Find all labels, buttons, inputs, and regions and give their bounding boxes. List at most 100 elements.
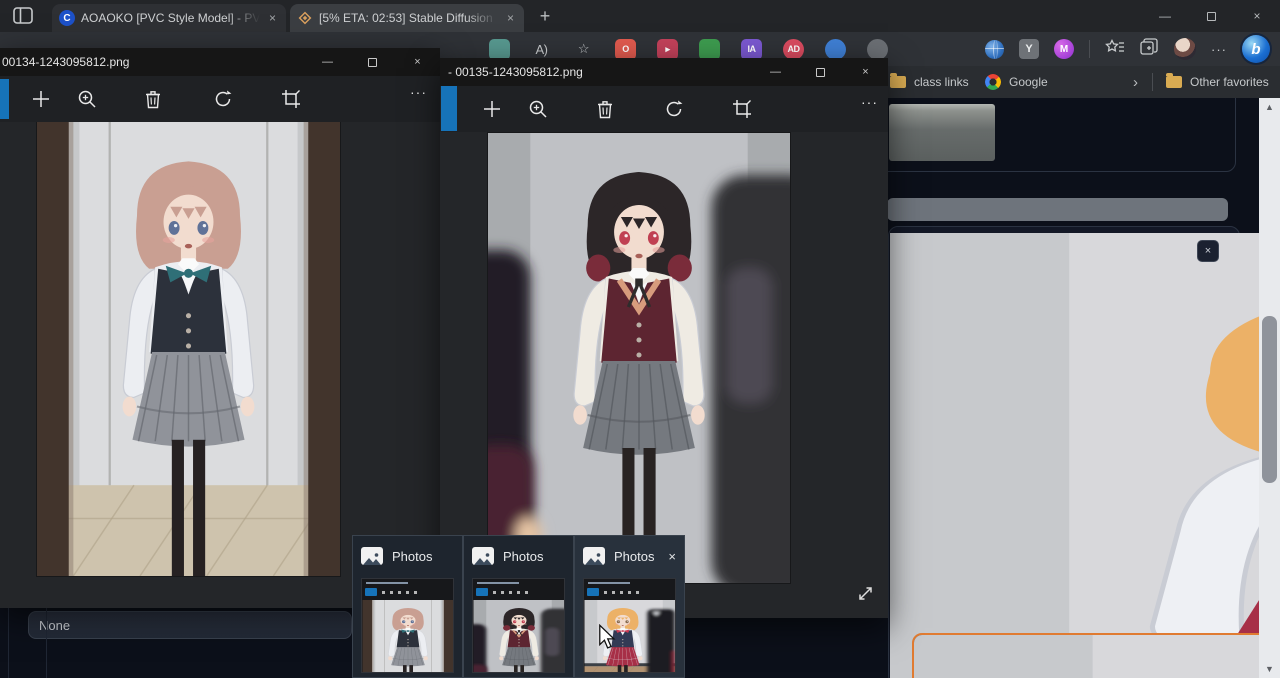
tab-close-icon[interactable]: × bbox=[266, 11, 279, 25]
sd-interrupt-button[interactable] bbox=[889, 104, 995, 161]
other-favorites[interactable]: Other favorites bbox=[1166, 66, 1269, 98]
close-button[interactable]: × bbox=[1234, 0, 1280, 32]
desktop: C AOAOKO [PVC Style Model] - PV × [5% ET… bbox=[0, 0, 1280, 678]
photos-window-00134: 00134-1243095812.png — × ··· bbox=[0, 48, 440, 608]
profile-avatar[interactable] bbox=[1174, 38, 1196, 60]
rotate-icon[interactable] bbox=[663, 98, 685, 120]
scroll-down-icon[interactable]: ▼ bbox=[1259, 664, 1280, 674]
rotate-icon[interactable] bbox=[212, 88, 234, 110]
see-all-photos-button[interactable] bbox=[441, 86, 457, 131]
photos-app-icon bbox=[361, 547, 383, 565]
collections-icon[interactable] bbox=[1140, 38, 1159, 61]
minimize-button[interactable]: — bbox=[1142, 0, 1188, 32]
photo-image-00135 bbox=[488, 133, 790, 583]
tab-actions-button[interactable] bbox=[13, 7, 33, 24]
favorite-google[interactable]: Google bbox=[985, 66, 1048, 98]
see-more-icon[interactable]: ··· bbox=[410, 84, 427, 100]
zoom-icon[interactable] bbox=[527, 98, 549, 120]
add-to-icon[interactable] bbox=[30, 88, 52, 110]
close-button[interactable]: × bbox=[395, 48, 440, 76]
maximize-button[interactable] bbox=[350, 48, 395, 76]
delete-icon[interactable] bbox=[142, 88, 164, 110]
read-aloud-extension-icon[interactable]: A) bbox=[531, 39, 552, 60]
sd-gallery-thumbnail-selected[interactable] bbox=[912, 633, 1280, 678]
zoom-icon[interactable] bbox=[76, 88, 98, 110]
photos-title-bar[interactable]: - 00135-1243095812.png — × bbox=[440, 58, 888, 86]
mini-title-text bbox=[366, 582, 408, 584]
scroll-up-icon[interactable]: ▲ bbox=[1259, 102, 1280, 112]
preview-close-icon[interactable]: × bbox=[668, 549, 676, 564]
red-extension-icon[interactable]: ▸ bbox=[657, 39, 678, 60]
mini-see-all-button bbox=[365, 588, 377, 596]
photos-title-bar[interactable]: 00134-1243095812.png — × bbox=[0, 48, 440, 76]
favorites-icon[interactable] bbox=[1105, 38, 1125, 61]
favorites-overflow-chevron[interactable]: › bbox=[1133, 66, 1138, 98]
maximize-button[interactable] bbox=[798, 58, 843, 86]
sd-border-line bbox=[8, 608, 9, 678]
ia-extension-icon[interactable]: IA bbox=[741, 39, 762, 60]
photos-window-00135: - 00135-1243095812.png — × ··· bbox=[440, 58, 888, 618]
sd-border-line bbox=[46, 608, 47, 678]
toolbar-divider bbox=[1089, 40, 1090, 58]
tab-title: AOAOKO [PVC Style Model] - PV bbox=[81, 11, 260, 25]
favorite-class-links[interactable]: class links bbox=[890, 66, 969, 98]
browser-tab-civitai[interactable]: C AOAOKO [PVC Style Model] - PV × bbox=[52, 4, 286, 32]
delete-icon[interactable] bbox=[594, 98, 616, 120]
browser-window-controls: — × bbox=[1142, 0, 1280, 32]
folder-icon bbox=[890, 76, 906, 88]
green-extension-icon[interactable] bbox=[699, 39, 720, 60]
photos-app-icon bbox=[583, 547, 605, 565]
preview-app-label: Photos bbox=[503, 549, 543, 564]
taskbar-preview-photos-1[interactable]: Photos bbox=[352, 535, 463, 678]
close-button[interactable]: × bbox=[843, 58, 888, 86]
photos-app-icon bbox=[472, 547, 494, 565]
google-icon bbox=[985, 74, 1001, 90]
y-extension-icon[interactable]: Y bbox=[1019, 39, 1039, 59]
minimize-button[interactable]: — bbox=[753, 58, 798, 86]
sd-gallery-image[interactable] bbox=[890, 233, 1280, 678]
mini-title-text bbox=[477, 582, 519, 584]
mini-see-all-button bbox=[587, 588, 599, 596]
preview-mini-window[interactable] bbox=[583, 578, 676, 673]
browser-tab-stable-diffusion[interactable]: [5% ETA: 02:53] Stable Diffusion × bbox=[290, 4, 524, 32]
browser-tab-bar: C AOAOKO [PVC Style Model] - PV × [5% ET… bbox=[0, 0, 1280, 32]
photos-toolbar: ··· bbox=[440, 86, 888, 132]
add-to-icon[interactable] bbox=[481, 98, 503, 120]
bookmark-star-extension-icon[interactable]: ☆ bbox=[573, 39, 594, 60]
crop-icon[interactable] bbox=[731, 98, 753, 120]
sd-style-dropdown[interactable]: None bbox=[28, 611, 352, 639]
settings-more-icon[interactable]: ··· bbox=[1211, 42, 1227, 57]
taskbar-preview-photos-3[interactable]: Photos × bbox=[574, 535, 685, 678]
see-all-photos-button[interactable] bbox=[0, 79, 9, 119]
globe-extension-icon[interactable] bbox=[985, 40, 1004, 59]
blue-extension-icon[interactable] bbox=[825, 39, 846, 60]
mouse-cursor bbox=[598, 624, 617, 651]
preview-mini-window[interactable] bbox=[361, 578, 454, 673]
orange-o-extension-icon[interactable]: O bbox=[615, 39, 636, 60]
tab-title: [5% ETA: 02:53] Stable Diffusion bbox=[319, 11, 498, 25]
preview-thumbnail bbox=[362, 600, 453, 673]
minimize-button[interactable]: — bbox=[305, 48, 350, 76]
see-more-icon[interactable]: ··· bbox=[861, 94, 878, 110]
taskbar-preview-photos-2[interactable]: Photos bbox=[463, 535, 574, 678]
preview-mini-window[interactable] bbox=[472, 578, 565, 673]
scrollbar-thumb[interactable] bbox=[1262, 316, 1277, 483]
expand-icon[interactable] bbox=[856, 584, 875, 603]
toolbar-right-icons: Y M ··· b bbox=[985, 32, 1270, 66]
crop-icon[interactable] bbox=[280, 88, 302, 110]
civitai-favicon-icon: C bbox=[59, 10, 75, 26]
ad-extension-icon[interactable]: AD bbox=[783, 39, 804, 60]
m-extension-icon[interactable]: M bbox=[1054, 39, 1074, 59]
new-tab-button[interactable]: + bbox=[533, 4, 557, 28]
page-scrollbar[interactable]: ▲ ▼ bbox=[1259, 98, 1280, 678]
sd-gallery-close-button[interactable]: × bbox=[1197, 240, 1219, 262]
tab-close-icon[interactable]: × bbox=[504, 11, 517, 25]
teal-extension-icon[interactable] bbox=[489, 39, 510, 60]
bing-discover-icon[interactable]: b bbox=[1242, 35, 1270, 63]
mini-see-all-button bbox=[476, 588, 488, 596]
other-favorites-label: Other favorites bbox=[1190, 75, 1269, 89]
restore-button[interactable] bbox=[1188, 0, 1234, 32]
gray-extension-icon[interactable] bbox=[867, 39, 888, 60]
photo-image-00134 bbox=[37, 122, 340, 576]
folder-icon bbox=[1166, 76, 1182, 88]
